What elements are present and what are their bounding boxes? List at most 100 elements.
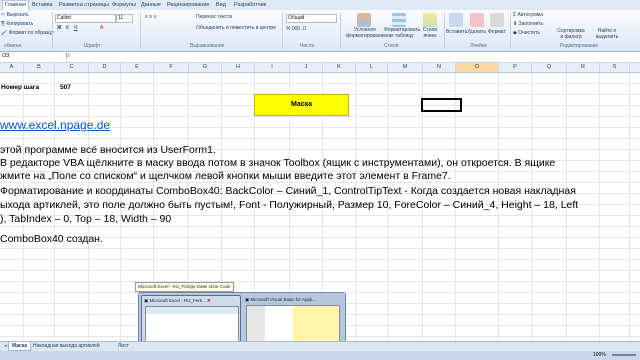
column-header-c[interactable]: C xyxy=(55,63,89,72)
format-painter-label: Формат по образцу xyxy=(8,30,54,36)
insert-cells-button[interactable]: Вставить xyxy=(446,29,467,36)
name-box[interactable]: O3 xyxy=(0,52,67,61)
cell-styles-icon[interactable] xyxy=(423,13,437,27)
vba-window-thumbnail[interactable]: ▣ Microsoft Visual Basic for Appli... xyxy=(243,295,341,343)
insert-cells-icon[interactable] xyxy=(449,13,463,27)
instruction-line: ComboBox40 создан. xyxy=(0,233,103,245)
column-header-f[interactable]: F xyxy=(154,63,189,72)
font-name-select[interactable]: Calibri xyxy=(55,14,116,23)
column-header-l[interactable]: L xyxy=(356,63,388,72)
column-header-q[interactable]: Q xyxy=(532,63,567,72)
font-color-icon[interactable]: A xyxy=(100,25,103,32)
column-header-h[interactable]: H xyxy=(222,63,255,72)
sort-filter-button[interactable]: Сортировка и фильтр xyxy=(556,28,586,40)
grid-column-line xyxy=(599,73,600,341)
underline-button[interactable]: Ч xyxy=(74,25,77,32)
group-label-editing: Редактирование xyxy=(560,43,599,49)
formula-bar[interactable] xyxy=(0,52,640,63)
column-header-a[interactable]: A xyxy=(0,63,24,72)
clear-button[interactable]: ◆ Очистить xyxy=(513,30,540,37)
column-header-d[interactable]: D xyxy=(89,63,121,72)
mask-button[interactable]: Маска xyxy=(254,94,349,116)
fill-button[interactable]: ⬇ Заполнить xyxy=(513,21,543,28)
zoom-level[interactable]: 100% xyxy=(593,351,606,360)
column-header-b[interactable]: B xyxy=(24,63,55,72)
find-select-button[interactable]: Найти и выделить xyxy=(592,28,622,40)
instruction-line: Форматирование и координаты ComboBox40: … xyxy=(0,185,576,197)
format-cells-icon[interactable] xyxy=(490,13,504,27)
taskbar-preview: ▣ Microsoft Excel - RU_Ferti... ✕ ▣ Micr… xyxy=(138,292,346,346)
cell-styles-button[interactable]: Стили ячеек xyxy=(418,27,442,39)
excel-thumbnail-title: ▣ Microsoft Excel - RU_Ferti... ✕ xyxy=(144,298,211,303)
number-format-select[interactable]: Общий xyxy=(286,14,337,23)
column-header-r[interactable]: R xyxy=(567,63,600,72)
copy-button[interactable]: ⎘ Копировать xyxy=(1,21,33,28)
status-bar: 100% xyxy=(0,351,640,360)
delete-cells-icon[interactable] xyxy=(470,13,484,27)
column-header-g[interactable]: G xyxy=(189,63,222,72)
zoom-slider[interactable] xyxy=(612,354,636,356)
cut-label: Вырезать xyxy=(6,12,29,18)
group-label-clipboard: обмена xyxy=(4,43,22,49)
column-header-k[interactable]: K xyxy=(323,63,356,72)
instruction-line: ыхода артиклей, это поле должно быть пус… xyxy=(0,199,579,211)
sheet-tab-list[interactable]: Лист xyxy=(115,342,132,350)
group-label-alignment: Выравнивание xyxy=(190,43,225,49)
column-header-o[interactable]: O xyxy=(456,63,499,72)
autosum-label: Автосумма xyxy=(517,12,543,18)
delete-cells-button[interactable]: Удалить xyxy=(467,29,486,36)
conditional-format-icon[interactable] xyxy=(357,13,371,27)
column-header-m[interactable]: M xyxy=(388,63,423,72)
fx-icon[interactable]: fx xyxy=(66,52,70,61)
sheet-tab-mask[interactable]: Маска xyxy=(8,342,32,351)
column-header-s[interactable]: S xyxy=(600,63,630,72)
autosum-button[interactable]: Σ Автосумма xyxy=(513,12,543,19)
website-link[interactable]: www.excel.npage.de xyxy=(0,118,110,132)
vba-thumbnail-title-text: Microsoft Visual Basic for Appli... xyxy=(250,297,316,302)
column-header-p[interactable]: P xyxy=(499,63,532,72)
column-header-i[interactable]: I xyxy=(255,63,290,72)
group-label-styles: Стили xyxy=(384,43,399,49)
taskbar-tooltip: Microsoft Excel - RU_Fertige Datei ohne … xyxy=(135,282,234,292)
instruction-line: этой программе всё вносится из UserForm1… xyxy=(0,144,216,156)
wrap-text-button[interactable]: Перенос текста xyxy=(196,14,232,21)
clear-label: Очистить xyxy=(518,30,540,36)
selected-cell[interactable] xyxy=(421,98,462,112)
column-header-e[interactable]: E xyxy=(121,63,154,72)
tab-view[interactable]: Вид xyxy=(214,1,228,10)
excel-window-thumbnail[interactable]: ▣ Microsoft Excel - RU_Ferti... ✕ xyxy=(141,295,241,345)
group-label-font: Шрифт xyxy=(84,43,101,49)
cell-step-value[interactable]: 507 xyxy=(60,83,71,92)
tab-home[interactable]: Главная xyxy=(2,0,29,10)
align-icons[interactable]: ≡ ≡ ≡ xyxy=(145,14,157,21)
ribbon: ✂ Вырезать ⎘ Копировать 🖌 Формат по обра… xyxy=(0,10,640,52)
group-separator xyxy=(140,12,141,49)
italic-button[interactable]: К xyxy=(66,25,69,32)
copy-label: Копировать xyxy=(6,21,34,27)
tab-data[interactable]: Данные xyxy=(139,1,163,10)
sheet-tab-invoice[interactable]: Накладная выхода артиклей xyxy=(30,342,103,350)
group-separator xyxy=(340,12,341,49)
instruction-line: жмите на „Поле со списком“ и щелчком лев… xyxy=(0,170,451,182)
tab-insert[interactable]: Вставка xyxy=(30,1,54,10)
column-header-n[interactable]: N xyxy=(423,63,456,72)
number-format-icons[interactable]: % 000 ,0 xyxy=(286,26,306,33)
format-table-button[interactable]: Форматировать как таблицу xyxy=(384,27,420,39)
merge-center-button[interactable]: Объединить и поместить в центре xyxy=(196,25,276,32)
tab-formulas[interactable]: Формулы xyxy=(110,1,138,10)
column-headers: ABCDEFGHIJKLMNOPQRS xyxy=(0,63,640,73)
conditional-format-button[interactable]: Условное форматирование xyxy=(346,27,386,39)
tab-review[interactable]: Рецензирование xyxy=(165,1,211,10)
group-separator xyxy=(444,12,445,49)
format-cells-button[interactable]: Формат xyxy=(488,29,506,36)
cut-button[interactable]: ✂ Вырезать xyxy=(1,12,29,19)
format-table-icon[interactable] xyxy=(392,13,406,27)
cell-step-label[interactable]: Номер шага xyxy=(1,83,39,92)
font-size-select[interactable]: 11 xyxy=(116,14,133,23)
format-painter-button[interactable]: 🖌 Формат по образцу xyxy=(1,30,54,37)
tab-developer[interactable]: Разработчик xyxy=(232,1,268,10)
bold-button[interactable]: Ж xyxy=(57,25,62,32)
column-header-j[interactable]: J xyxy=(290,63,323,72)
tab-page-layout[interactable]: Разметка страницы xyxy=(57,1,111,10)
group-separator xyxy=(510,12,511,49)
